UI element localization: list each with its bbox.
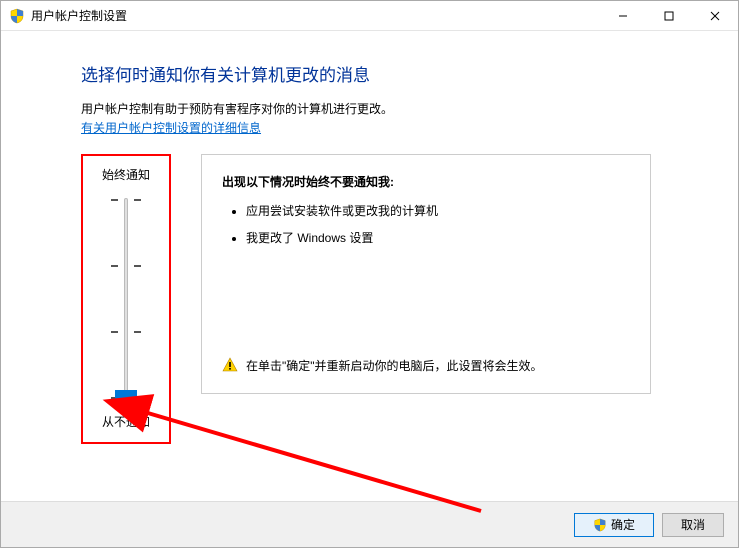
help-link[interactable]: 有关用户帐户控制设置的详细信息 — [81, 119, 261, 136]
cancel-button-label: 取消 — [681, 516, 705, 533]
slider-label-bottom: 从不通知 — [102, 413, 150, 430]
slider-label-top: 始终通知 — [102, 166, 150, 183]
main-area: 始终通知 从不通知 出现以下情况时始终不要通知我: 应用尝试安装软件或更改我的计… — [81, 154, 738, 444]
warning-row: 在单击"确定"并重新启动你的电脑后，此设置将会生效。 — [222, 357, 630, 375]
slider-container: 始终通知 从不通知 — [81, 154, 171, 444]
page-subtext: 用户帐户控制有助于预防有害程序对你的计算机进行更改。 — [81, 100, 738, 117]
info-panel-title: 出现以下情况时始终不要通知我: — [222, 173, 630, 190]
close-button[interactable] — [692, 1, 738, 31]
warning-text: 在单击"确定"并重新启动你的电脑后，此设置将会生效。 — [246, 357, 543, 375]
content-area: 选择何时通知你有关计算机更改的消息 用户帐户控制有助于预防有害程序对你的计算机进… — [1, 31, 738, 444]
ok-button[interactable]: 确定 — [574, 513, 654, 537]
window-title: 用户帐户控制设置 — [31, 7, 127, 24]
info-item: 我更改了 Windows 设置 — [246, 229, 630, 246]
cancel-button[interactable]: 取消 — [662, 513, 724, 537]
minimize-button[interactable] — [600, 1, 646, 31]
info-item: 应用尝试安装软件或更改我的计算机 — [246, 202, 630, 219]
window-controls — [600, 1, 738, 31]
notification-slider[interactable] — [101, 193, 151, 403]
ok-button-label: 确定 — [611, 516, 635, 533]
warning-icon — [222, 357, 238, 373]
page-heading: 选择何时通知你有关计算机更改的消息 — [81, 61, 738, 86]
maximize-button[interactable] — [646, 1, 692, 31]
slider-thumb[interactable] — [115, 390, 137, 400]
footer: 确定 取消 — [1, 501, 738, 547]
uac-shield-icon — [593, 518, 607, 532]
uac-shield-icon — [9, 8, 25, 24]
info-panel: 出现以下情况时始终不要通知我: 应用尝试安装软件或更改我的计算机 我更改了 Wi… — [201, 154, 651, 394]
titlebar: 用户帐户控制设置 — [1, 1, 738, 31]
